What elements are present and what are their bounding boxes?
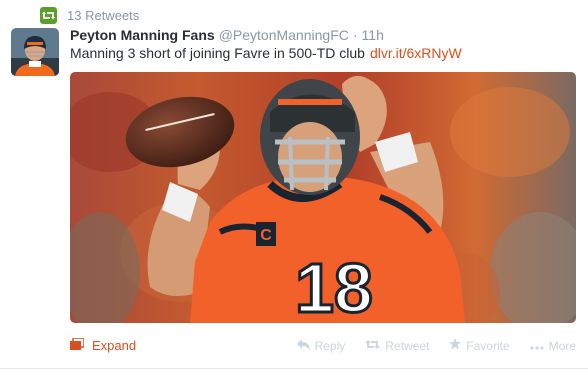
tweet-link[interactable]: dlvr.it/6xRNyW xyxy=(370,45,462,61)
tweet-body: Manning 3 short of joining Favre in 500-… xyxy=(70,45,365,61)
tweet-text: Manning 3 short of joining Favre in 500-… xyxy=(70,45,462,61)
author-name[interactable]: Peyton Manning Fans xyxy=(70,27,215,43)
retweet-context: 13 Retweets xyxy=(40,6,139,24)
tweet-photo[interactable]: C 18 xyxy=(70,72,576,323)
expand-button[interactable]: Expand xyxy=(70,337,137,353)
tweet-actions: Reply Retweet Favorite More xyxy=(277,338,576,353)
expand-label: Expand xyxy=(92,338,137,353)
favorite-button[interactable]: Favorite xyxy=(449,338,510,353)
tweet-header: Peyton Manning Fans @PeytonManningFC · 11h xyxy=(70,27,384,43)
reply-button[interactable]: Reply xyxy=(296,338,346,353)
more-button[interactable]: More xyxy=(530,339,576,353)
reply-icon xyxy=(296,338,310,353)
svg-text:C: C xyxy=(260,227,272,244)
header-separator: · xyxy=(352,27,358,43)
tweet-footer: Expand Reply Retweet Favorite More xyxy=(70,337,576,358)
tweet-timestamp[interactable]: 11h xyxy=(362,27,384,43)
author-handle[interactable]: @PeytonManningFC xyxy=(219,27,349,43)
retweet-action-icon xyxy=(365,339,381,353)
retweet-count[interactable]: 13 Retweets xyxy=(67,8,139,23)
retweet-icon xyxy=(40,6,57,24)
reply-label: Reply xyxy=(314,338,346,353)
photo-icon xyxy=(70,337,85,353)
tweet-divider xyxy=(0,368,588,369)
jersey-number: 18 xyxy=(295,249,373,323)
avatar[interactable] xyxy=(11,28,59,76)
retweet-button[interactable]: Retweet xyxy=(365,339,429,353)
more-dots-icon xyxy=(530,339,544,353)
star-icon xyxy=(449,338,462,353)
tweet-card[interactable]: 13 Retweets Peyton Manning Fans @PeytonMa… xyxy=(0,0,588,370)
favorite-label: Favorite xyxy=(466,338,510,353)
more-label: More xyxy=(548,338,576,353)
retweet-label: Retweet xyxy=(385,338,430,353)
